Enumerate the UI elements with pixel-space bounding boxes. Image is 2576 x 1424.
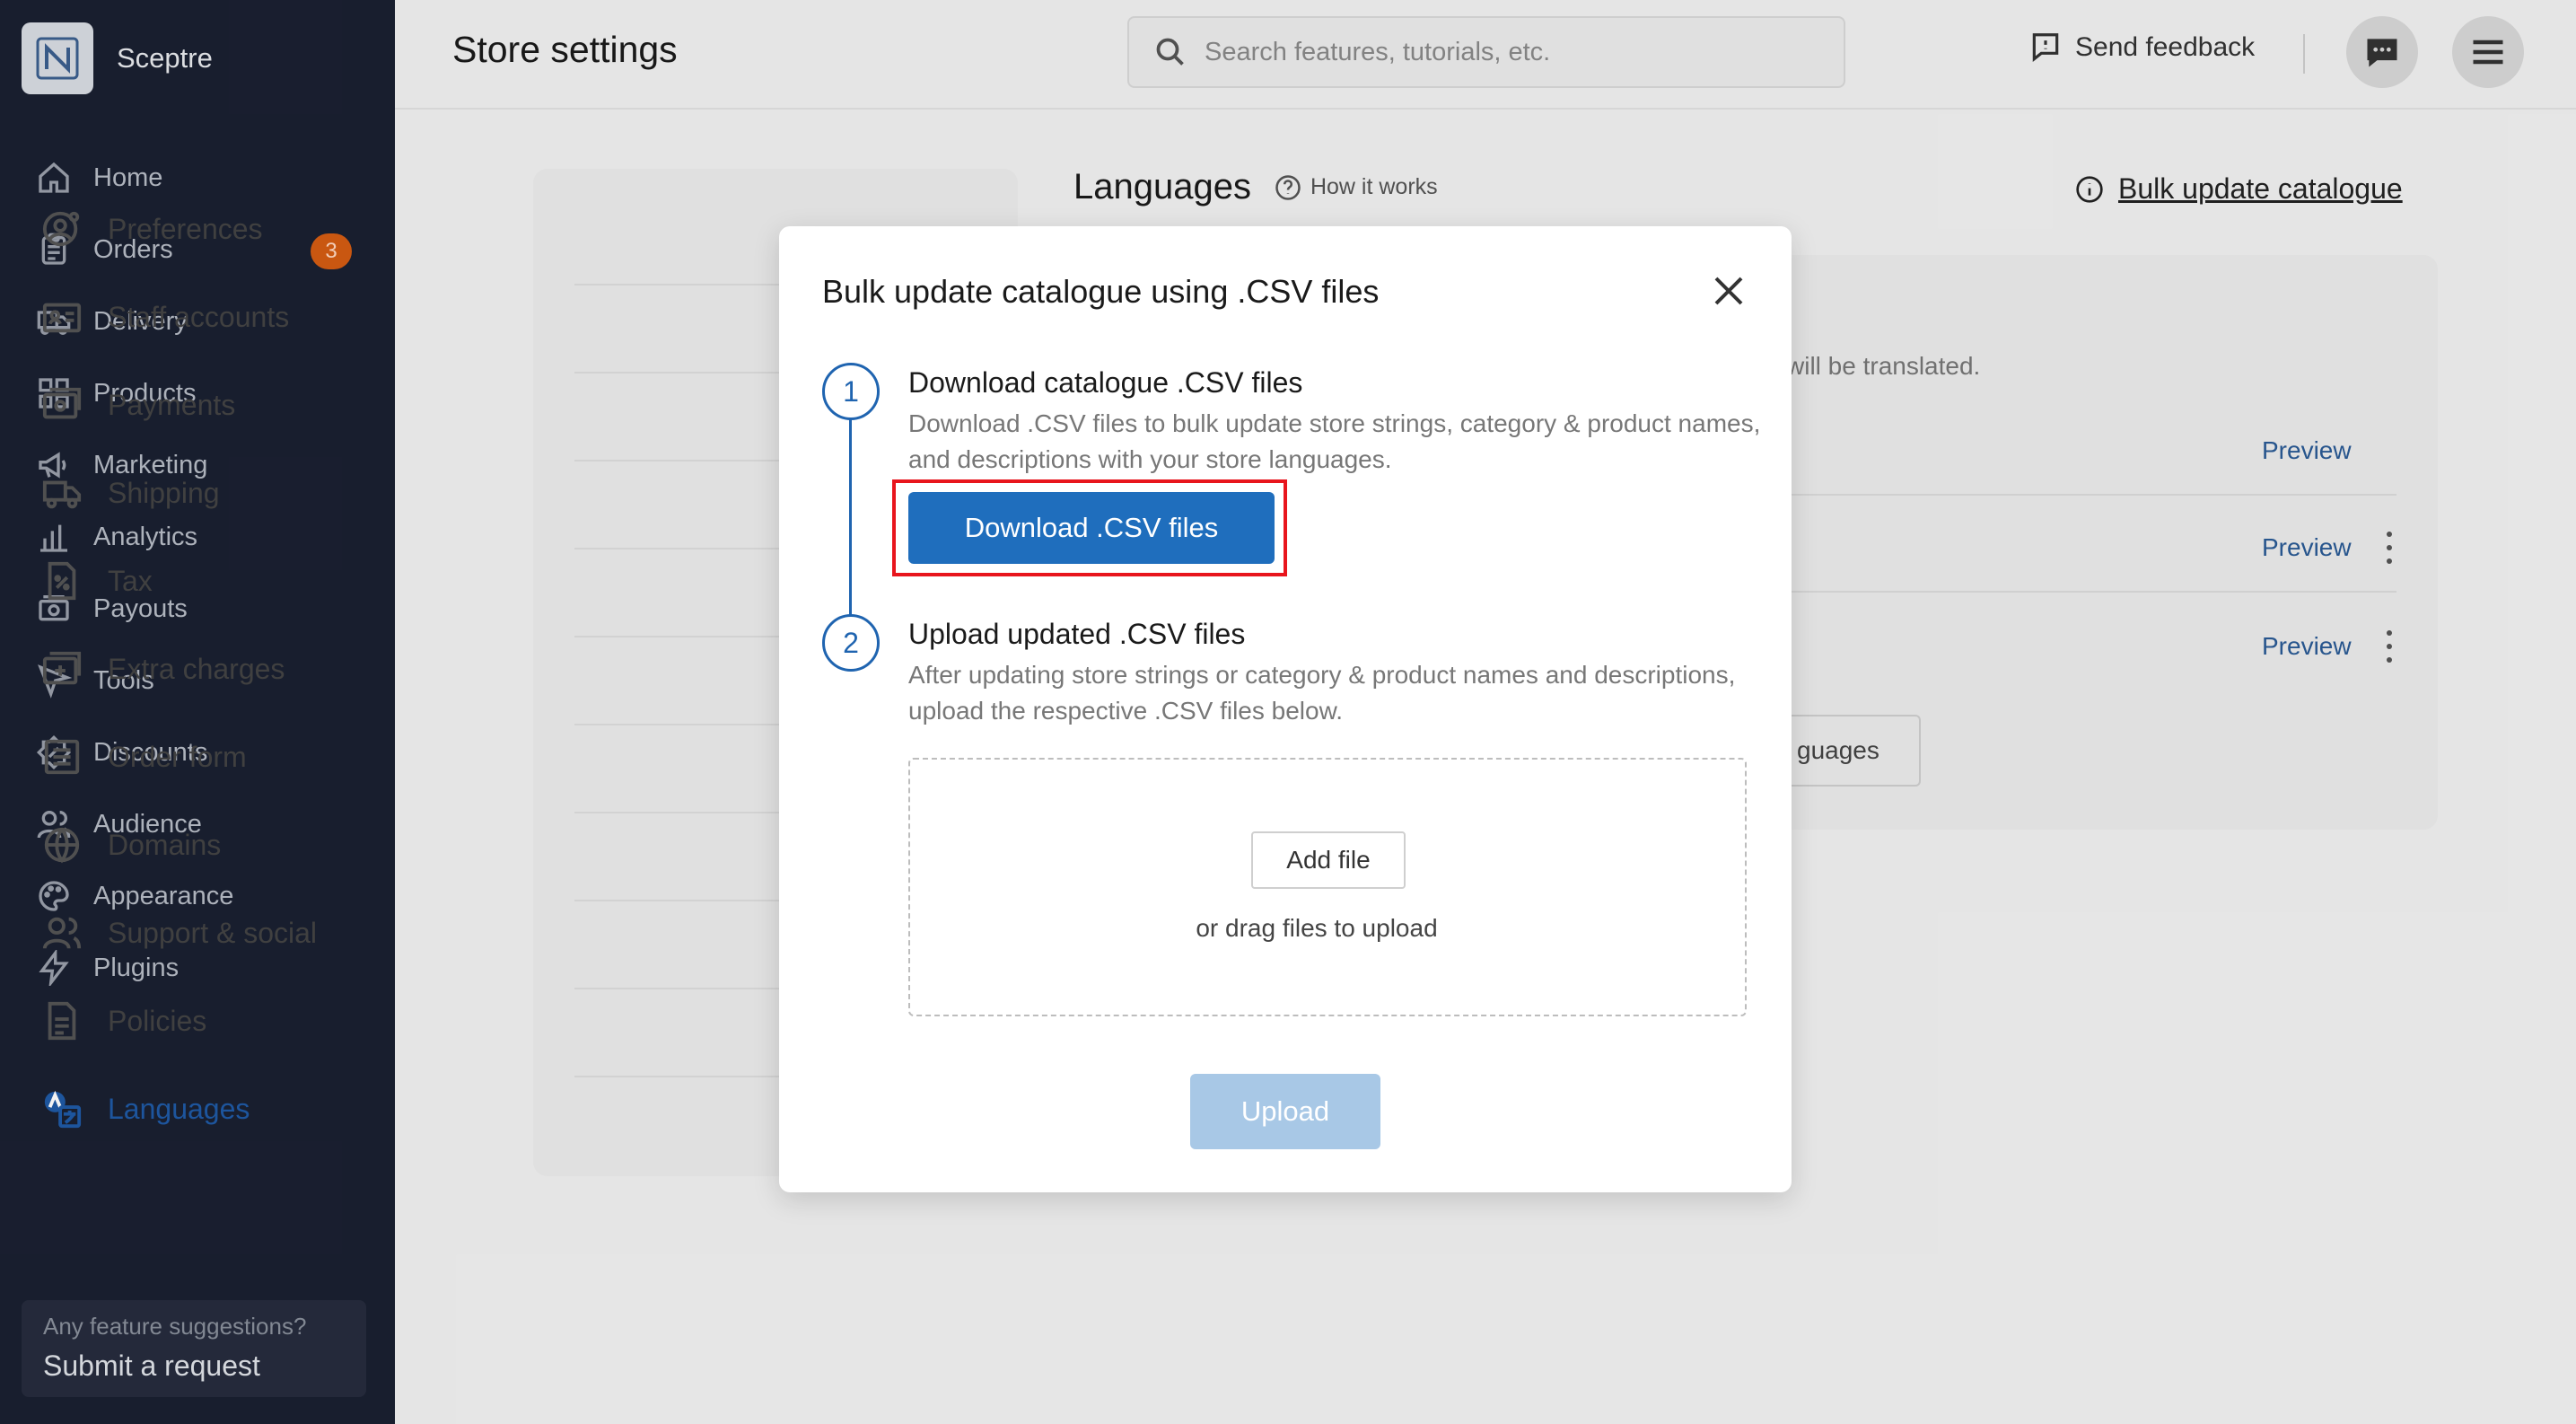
step2-description: After updating store strings or category… [908,661,1736,725]
step1-description: Download .CSV files to bulk update store… [908,409,1761,473]
modal-title: Bulk update catalogue using .CSV files [822,273,1380,310]
step1-title: Download catalogue .CSV files [908,366,1303,399]
add-file-button[interactable]: Add file [1251,831,1406,889]
close-icon [1714,277,1743,305]
step-number-2: 2 [822,614,880,672]
drag-files-text: or drag files to upload [1196,914,1438,942]
step-number-1: 1 [822,363,880,420]
close-button[interactable] [1711,273,1747,309]
step-connector [849,418,852,618]
step2-title: Upload updated .CSV files [908,618,1246,650]
download-csv-button[interactable]: Download .CSV files [908,492,1275,564]
upload-button[interactable]: Upload [1190,1074,1380,1149]
